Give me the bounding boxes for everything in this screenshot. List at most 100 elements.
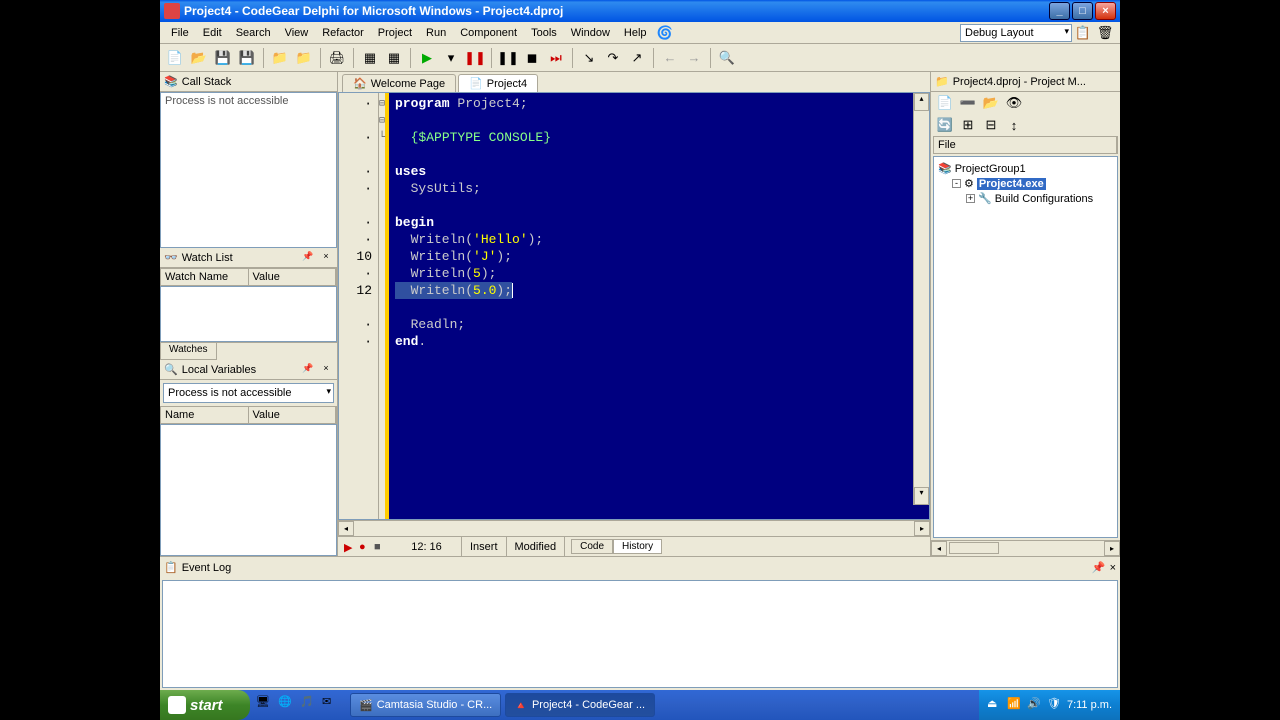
modified-state: Modified [507, 537, 566, 556]
start-button[interactable]: start [160, 690, 250, 720]
code-content[interactable]: program Project4; {$APPTYPE CONSOLE} use… [389, 93, 929, 519]
eventlog-header: 📋 Event Log 📌 × [160, 556, 1120, 578]
browse-icon[interactable]: 🔍 [716, 47, 738, 69]
el-close-icon[interactable]: × [1110, 562, 1116, 574]
watch-close-icon[interactable]: × [319, 251, 333, 265]
lv-col-name[interactable]: Name [161, 407, 249, 423]
task-delphi[interactable]: 🔺 Project4 - CodeGear ... [505, 693, 655, 717]
system-tray[interactable]: ⏏ 📶 🔊 🛡 7:11 p.m. [979, 690, 1120, 720]
watch-pin-icon[interactable]: 📌 [301, 251, 315, 265]
tray-network-icon[interactable]: 📶 [1007, 697, 1023, 713]
clock[interactable]: 7:11 p.m. [1067, 699, 1112, 711]
windows-logo-icon [168, 696, 186, 714]
pm-remove-icon[interactable]: ➖ [958, 93, 978, 113]
run-dd-icon[interactable]: ▾ [440, 47, 462, 69]
menu-file[interactable]: File [164, 25, 196, 41]
ql-desktop-icon[interactable]: 🖥 [256, 695, 276, 715]
run-icon[interactable]: ▶ [416, 47, 438, 69]
pm-collapse-icon[interactable]: ⊟ [981, 115, 1001, 135]
hscrollbar[interactable]: ◂▸ [338, 520, 930, 536]
vars-icon: 🔍 [164, 363, 178, 376]
pm-file-header[interactable]: File [934, 137, 1117, 153]
tray-volume-icon[interactable]: 🔊 [1027, 697, 1043, 713]
ql-ie-icon[interactable]: 🌐 [278, 695, 298, 715]
pause2-icon[interactable]: ❚❚ [497, 47, 519, 69]
step-icon[interactable]: ⏭ [545, 47, 567, 69]
stop-icon[interactable]: ◼ [521, 47, 543, 69]
saveall-icon[interactable]: 💾 [236, 47, 258, 69]
menu-view[interactable]: View [278, 25, 316, 41]
expand-icon[interactable]: + [966, 194, 975, 203]
watches-tab[interactable]: Watches [160, 343, 217, 360]
macro-rec-icon[interactable]: ● [359, 541, 371, 553]
delphi-icon: 🔺 [514, 699, 528, 712]
menu-search[interactable]: Search [229, 25, 278, 41]
lv-pin-icon[interactable]: 📌 [301, 363, 315, 377]
menu-tools[interactable]: Tools [524, 25, 564, 41]
tree-build[interactable]: Build Configurations [995, 193, 1093, 205]
localvars-header: 🔍 Local Variables 📌 × [160, 360, 337, 380]
tray-shield-icon[interactable]: 🛡 [1047, 697, 1063, 713]
tray-safely-remove-icon[interactable]: ⏏ [987, 697, 1003, 713]
pm-scrollbar[interactable]: ◂▸ [931, 540, 1120, 556]
project-tree[interactable]: 📚ProjectGroup1 -⚙Project4.exe +🔧Build Co… [933, 156, 1118, 538]
macro-play-icon[interactable]: ▶ [344, 541, 356, 553]
el-pin-icon[interactable]: 📌 [1092, 561, 1106, 574]
expand-icon[interactable]: - [952, 179, 961, 188]
ql-media-icon[interactable]: 🎵 [300, 695, 320, 715]
menu-edit[interactable]: Edit [196, 25, 229, 41]
menu-component[interactable]: Component [453, 25, 524, 41]
pm-sync-icon[interactable]: 🔄 [935, 115, 955, 135]
layout-del-icon[interactable]: 🗑 [1094, 22, 1116, 44]
menu-window[interactable]: Window [564, 25, 617, 41]
menu-refactor[interactable]: Refactor [315, 25, 371, 41]
pm-sort-icon[interactable]: ↕ [1004, 115, 1024, 135]
lv-close-icon[interactable]: × [319, 363, 333, 377]
back-icon[interactable]: ← [659, 47, 681, 69]
ql-mail-icon[interactable]: ✉ [322, 695, 342, 715]
maximize-button[interactable]: □ [1072, 2, 1093, 20]
fold-strip[interactable]: ⊟ ⊟└ [379, 93, 389, 519]
new-icon[interactable]: 📄 [164, 47, 186, 69]
tab-welcome[interactable]: 🏠 Welcome Page [342, 74, 456, 92]
menu-project[interactable]: Project [371, 25, 419, 41]
folder-icon[interactable]: 📁 [269, 47, 291, 69]
form-icon[interactable]: ▦ [359, 47, 381, 69]
vscrollbar[interactable] [913, 93, 929, 505]
watch-col-value[interactable]: Value [249, 269, 337, 285]
layout-combo[interactable]: Debug Layout [960, 24, 1072, 42]
print-icon[interactable]: 🖨 [326, 47, 348, 69]
menu-run[interactable]: Run [419, 25, 453, 41]
process-combo[interactable]: Process is not accessible [163, 383, 334, 403]
code-editor[interactable]: ·· ··· ·10 ·12 ·· ⊟ ⊟└ program Project4;… [338, 92, 930, 520]
folder2-icon[interactable]: 📁 [293, 47, 315, 69]
lv-col-value[interactable]: Value [249, 407, 337, 423]
layout-save-icon[interactable]: 📋 [1072, 22, 1094, 44]
pm-new-icon[interactable]: 📄 [935, 93, 955, 113]
task-camtasia[interactable]: 🎬 Camtasia Studio - CR... [350, 693, 501, 717]
trace-icon[interactable]: ↘ [578, 47, 600, 69]
project-manager: 📁 Project4.dproj - Project M... 📄 ➖ 📂 👁 … [930, 72, 1120, 556]
close-button[interactable]: × [1095, 2, 1116, 20]
unit-icon[interactable]: ▦ [383, 47, 405, 69]
code-tab[interactable]: Code [571, 539, 613, 554]
tree-group[interactable]: ProjectGroup1 [955, 163, 1026, 175]
minimize-button[interactable]: _ [1049, 2, 1070, 20]
macro-stop-icon[interactable]: ■ [374, 541, 386, 553]
pm-expand-icon[interactable]: ⊞ [958, 115, 978, 135]
pm-open-icon[interactable]: 📂 [981, 93, 1001, 113]
tab-project4[interactable]: 📄 Project4 [458, 74, 538, 92]
fwd-icon[interactable]: → [683, 47, 705, 69]
menu-help[interactable]: Help [617, 25, 654, 41]
watch-col-name[interactable]: Watch Name [161, 269, 249, 285]
exe-icon: ⚙ [964, 177, 974, 190]
tree-project[interactable]: Project4.exe [977, 178, 1046, 190]
open-icon[interactable]: 📂 [188, 47, 210, 69]
pm-view-icon[interactable]: 👁 [1004, 93, 1024, 113]
pause-dbg-icon[interactable]: ❚❚ [464, 47, 486, 69]
save-icon[interactable]: 💾 [212, 47, 234, 69]
step-out-icon[interactable]: ↗ [626, 47, 648, 69]
help-icon[interactable]: 🌀 [654, 22, 676, 44]
history-tab[interactable]: History [613, 539, 662, 554]
step-over-icon[interactable]: ↷ [602, 47, 624, 69]
